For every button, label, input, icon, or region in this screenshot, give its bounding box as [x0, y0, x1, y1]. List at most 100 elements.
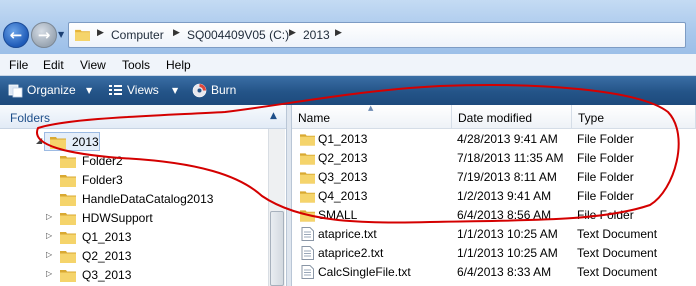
column-header-type[interactable]: Type — [572, 105, 696, 129]
file-list-pane: ▲ Name Date modified Type Q1_2013 4/28/2… — [292, 104, 696, 286]
tree-item-hdwsupport[interactable]: ▷ HDWSupport — [46, 209, 200, 227]
folder-icon — [60, 156, 76, 168]
menu-bar: File Edit View Tools Help — [0, 54, 696, 76]
text-file-icon — [301, 246, 314, 260]
sort-ascending-icon: ▲ — [368, 104, 374, 112]
breadcrumb-separator-icon[interactable]: ▶ — [173, 28, 180, 38]
history-dropdown-icon[interactable]: ▼ — [58, 30, 64, 39]
burn-button[interactable]: Burn — [190, 82, 246, 100]
breadcrumb-drive[interactable]: SQ004409V05 (C:) — [187, 28, 289, 42]
file-date: 7/19/2013 8:11 AM — [457, 170, 557, 184]
file-row[interactable]: ataprice2.txt 1/1/2013 10:25 AM Text Doc… — [292, 244, 696, 263]
chevron-up-icon[interactable]: ▲ — [270, 111, 277, 121]
folder-icon — [75, 29, 90, 41]
file-date: 6/4/2013 8:56 AM — [457, 208, 552, 222]
file-row[interactable]: SMALL 6/4/2013 8:56 AM File Folder — [292, 206, 696, 225]
column-header-label: Date modified — [458, 111, 533, 125]
text-file-icon — [301, 227, 314, 241]
address-field[interactable]: ▶ Computer ▶ SQ004409V05 (C:) ▶ 2013 ▶ — [68, 22, 686, 48]
breadcrumb-separator-icon[interactable]: ▶ — [97, 28, 104, 38]
tree-item-2013[interactable]: ◢ 2013 — [36, 133, 110, 151]
collapsed-triangle-icon[interactable]: ▷ — [46, 231, 52, 240]
menu-help[interactable]: Help — [166, 58, 191, 72]
menu-view[interactable]: View — [80, 58, 106, 72]
file-row[interactable]: Q3_2013 7/19/2013 8:11 AM File Folder — [292, 168, 696, 187]
folder-icon — [300, 134, 315, 146]
collapsed-triangle-icon[interactable]: ▷ — [46, 212, 52, 221]
views-icon — [109, 85, 122, 95]
folder-icon — [60, 213, 76, 225]
file-type: File Folder — [577, 151, 634, 165]
command-toolbar: Organize ▼ Views ▼ Burn — [0, 76, 696, 105]
burn-disc-icon — [192, 83, 207, 98]
tree-item-q1-2013[interactable]: ▷ Q1_2013 — [46, 228, 180, 246]
views-label: Views — [127, 83, 159, 97]
tree-item-q2-2013[interactable]: ▷ Q2_2013 — [46, 247, 180, 265]
views-button[interactable]: Views ▼ — [106, 82, 184, 100]
menu-file[interactable]: File — [9, 58, 28, 72]
column-header-date-modified[interactable]: Date modified — [452, 105, 572, 129]
file-type: File Folder — [577, 132, 634, 146]
address-bar-region: ← → ▼ ▶ Computer ▶ SQ004409V05 (C:) ▶ 20… — [0, 0, 696, 54]
scrollbar-thumb[interactable] — [270, 211, 284, 286]
file-type: File Folder — [577, 189, 634, 203]
folder-icon — [60, 270, 76, 282]
tree-item-label: HandleDataCatalog2013 — [82, 192, 214, 206]
folders-header[interactable]: Folders ▲ — [0, 105, 286, 129]
folder-icon — [300, 191, 315, 203]
file-name: ataprice.txt — [318, 227, 377, 241]
file-row[interactable]: ataprice.txt 1/1/2013 10:25 AM Text Docu… — [292, 225, 696, 244]
tree-item-label: HDWSupport — [82, 211, 153, 225]
forward-arrow-icon: → — [37, 26, 51, 44]
menu-tools[interactable]: Tools — [122, 58, 150, 72]
file-date: 7/18/2013 11:35 AM — [457, 151, 564, 165]
forward-button[interactable]: → — [31, 22, 57, 48]
file-date: 6/4/2013 8:33 AM — [457, 265, 552, 279]
expanded-triangle-icon[interactable]: ◢ — [36, 136, 42, 145]
back-arrow-icon: ← — [9, 26, 23, 44]
folder-icon — [300, 153, 315, 165]
file-name: Q4_2013 — [318, 189, 368, 203]
chevron-down-icon: ▼ — [172, 86, 179, 95]
column-header-name[interactable]: ▲ Name — [292, 104, 452, 129]
collapsed-triangle-icon[interactable]: ▷ — [46, 269, 52, 278]
organize-button[interactable]: Organize ▼ — [6, 82, 98, 100]
file-name: ataprice2.txt — [318, 246, 384, 260]
tree-item-label: Folder3 — [82, 173, 123, 187]
back-button[interactable]: ← — [3, 22, 29, 48]
tree-item-handledatacatalog2013[interactable]: HandleDataCatalog2013 — [60, 190, 260, 208]
breadcrumb-computer[interactable]: Computer — [111, 28, 164, 42]
menu-edit[interactable]: Edit — [43, 58, 64, 72]
file-date: 4/28/2013 9:41 AM — [457, 132, 558, 146]
file-row[interactable]: Q4_2013 1/2/2013 9:41 AM File Folder — [292, 187, 696, 206]
tree-item-label: Q1_2013 — [82, 230, 132, 244]
tree-item-folder2[interactable]: Folder2 — [60, 152, 180, 170]
file-date: 1/1/2013 10:25 AM — [457, 227, 558, 241]
tree-item-label: Folder2 — [82, 154, 123, 168]
breadcrumb-2013[interactable]: 2013 — [303, 28, 330, 42]
file-name: Q1_2013 — [318, 132, 368, 146]
tree-item-label: 2013 — [72, 135, 99, 149]
text-file-icon — [301, 265, 314, 279]
tree-item-label: Q2_2013 — [82, 249, 132, 263]
tree-item-folder3[interactable]: Folder3 — [60, 171, 180, 189]
breadcrumb-separator-icon[interactable]: ▶ — [289, 28, 296, 38]
file-name: SMALL — [318, 208, 358, 222]
file-row[interactable]: CalcSingleFile.txt 6/4/2013 8:33 AM Text… — [292, 263, 696, 282]
file-type: File Folder — [577, 208, 634, 222]
column-header-label: Name — [298, 111, 331, 125]
tree-item-q3-2013[interactable]: ▷ Q3_2013 — [46, 266, 180, 284]
folder-icon — [60, 251, 76, 263]
folders-pane: Folders ▲ ◢ 2013 Folder2 Folder3 HandleD… — [0, 105, 286, 286]
folder-icon — [60, 194, 76, 206]
file-row[interactable]: Q1_2013 4/28/2013 9:41 AM File Folder — [292, 130, 696, 149]
breadcrumb-separator-icon[interactable]: ▶ — [335, 28, 342, 38]
file-name: Q2_2013 — [318, 151, 368, 165]
column-header-label: Type — [578, 111, 605, 125]
collapsed-triangle-icon[interactable]: ▷ — [46, 250, 52, 259]
file-row[interactable]: Q2_2013 7/18/2013 11:35 AM File Folder — [292, 149, 696, 168]
folder-icon — [300, 210, 315, 222]
file-name: Q3_2013 — [318, 170, 368, 184]
folders-scrollbar[interactable] — [268, 129, 285, 286]
folder-icon — [50, 137, 66, 149]
